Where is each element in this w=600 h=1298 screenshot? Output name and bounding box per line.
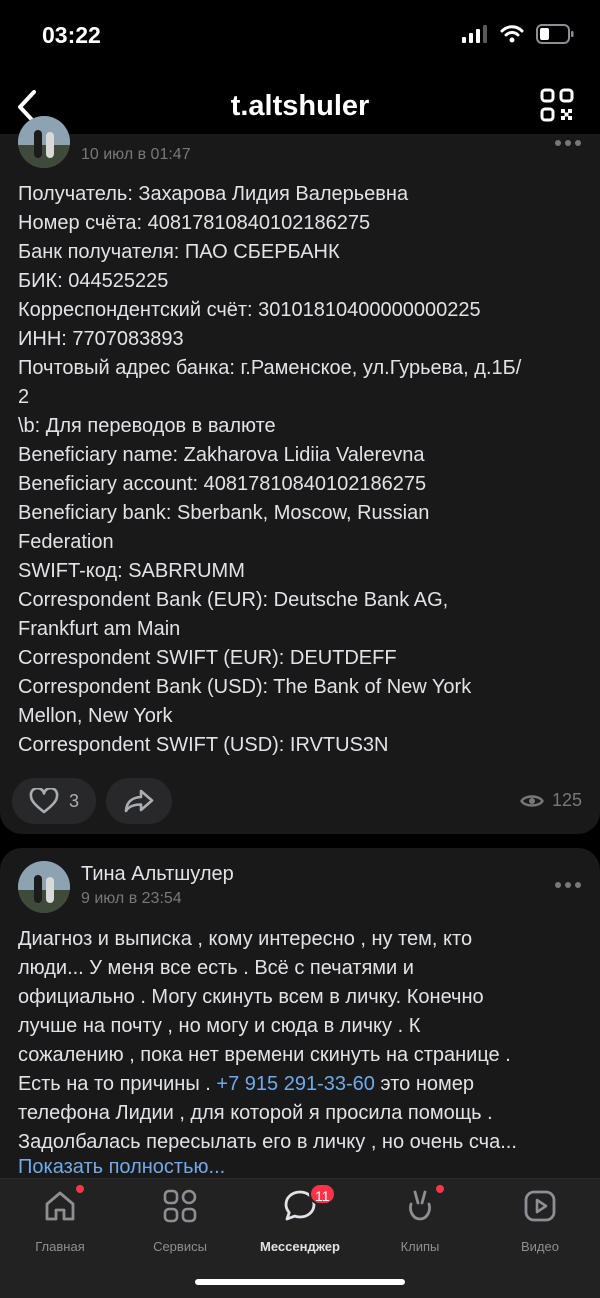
post-text-line: ИНН: 7707083893 bbox=[18, 328, 184, 350]
show-more-link[interactable]: Показать полностью... bbox=[18, 1156, 225, 1179]
tab-label: Видео bbox=[521, 1239, 559, 1254]
like-count: 3 bbox=[68, 790, 79, 811]
post-text-line: \b: Для переводов в валюте bbox=[18, 415, 276, 437]
tab-label: Мессенджер bbox=[260, 1239, 340, 1254]
qr-code-icon bbox=[540, 88, 574, 122]
post-text-line: SWIFT-код: SABRRUMM bbox=[18, 560, 245, 582]
post-text-line: Номер счёта: 40817810840102186275 bbox=[18, 212, 371, 234]
post-more-button[interactable] bbox=[553, 136, 583, 150]
battery-icon bbox=[536, 24, 574, 44]
tab-clips[interactable]: Клипы bbox=[365, 1185, 475, 1257]
post-text-line: официально . Могу скинуть всем в личку. … bbox=[18, 986, 484, 1008]
tab-home[interactable]: Главная bbox=[5, 1185, 115, 1257]
cellular-signal-icon bbox=[462, 25, 487, 43]
post-text-line: БИК: 044525225 bbox=[18, 270, 169, 292]
video-icon bbox=[524, 1190, 556, 1222]
post-text-line: Диагноз и выписка , кому интересно , ну … bbox=[18, 928, 473, 950]
tab-services[interactable]: Сервисы bbox=[125, 1187, 235, 1257]
post-card-1: 10 июл в 01:47 Получатель: Захарова Лиди… bbox=[0, 116, 600, 834]
header: t.altshuler bbox=[0, 72, 600, 140]
status-icons bbox=[462, 24, 574, 44]
post-text-line: сожалению , пока нет времени скинуть на … bbox=[18, 1044, 511, 1066]
clips-icon bbox=[409, 1190, 431, 1221]
heart-icon bbox=[29, 788, 59, 814]
like-button[interactable]: 3 bbox=[12, 778, 96, 824]
home-indicator[interactable] bbox=[195, 1279, 405, 1285]
post-text-line: Получатель: Захарова Лидия Валерьевна bbox=[18, 183, 409, 205]
share-icon bbox=[124, 789, 154, 813]
author-avatar[interactable] bbox=[18, 116, 70, 168]
post-text-line: Correspondent Bank (EUR): Deutsche Bank … bbox=[18, 589, 449, 611]
post-text-line: Correspondent Bank (USD): The Bank of Ne… bbox=[18, 676, 472, 698]
wifi-icon bbox=[500, 25, 524, 43]
tab-label: Главная bbox=[35, 1239, 85, 1254]
post-date: 10 июл в 01:47 bbox=[81, 146, 191, 163]
eye-icon bbox=[520, 794, 544, 807]
post-text-line: Задолбалась пересылать его в личку , но … bbox=[18, 1131, 517, 1153]
page-title: t.altshuler bbox=[230, 90, 370, 122]
post-text-line: 2 bbox=[18, 386, 30, 408]
post-text-line: Mellon, New York bbox=[18, 705, 173, 727]
post-text-line: Beneficiary bank: Sberbank, Moscow, Russ… bbox=[18, 502, 430, 524]
post-text-fragment: Есть на то причины . bbox=[18, 1073, 217, 1095]
post-text-line: Correspondent SWIFT (USD): IRVTUS3N bbox=[18, 734, 389, 756]
author-name[interactable]: Тина Альтшулер bbox=[81, 863, 234, 886]
post-date: 9 июл в 23:54 bbox=[81, 890, 182, 907]
notification-dot bbox=[436, 1185, 444, 1193]
post-text-line: лучше на почту , но могу и сюда в личку … bbox=[18, 1015, 421, 1037]
views-counter: 125 bbox=[520, 790, 582, 811]
status-bar: 03:22 bbox=[0, 0, 600, 72]
post-text-line: Federation bbox=[18, 531, 114, 553]
status-time: 03:22 bbox=[42, 22, 101, 48]
post-text-fragment: это номер bbox=[374, 1073, 474, 1095]
post-text-line: Beneficiary name: Zakharova Lidiia Valer… bbox=[18, 444, 425, 466]
tab-messenger[interactable]: 11 Мессенджер bbox=[245, 1183, 355, 1257]
post-text: Получатель: Захарова Лидия Валерьевна Но… bbox=[18, 180, 584, 760]
services-icon bbox=[163, 1189, 197, 1223]
notification-dot bbox=[76, 1185, 84, 1193]
post-text-line: Frankfurt am Main bbox=[18, 618, 181, 640]
post-text-line: Есть на то причины . +7 915 291-33-60 эт… bbox=[18, 1070, 584, 1099]
share-button[interactable] bbox=[106, 778, 172, 824]
post-text: Диагноз и выписка , кому интересно , ну … bbox=[18, 925, 584, 1157]
post-more-button[interactable] bbox=[553, 878, 583, 892]
post-text-line: Почтовый адрес банка: г.Раменское, ул.Гу… bbox=[18, 357, 522, 379]
home-icon bbox=[45, 1191, 75, 1221]
qr-code-button[interactable] bbox=[540, 88, 574, 122]
post-text-line: Корреспондентский счёт: 3010181040000000… bbox=[18, 299, 481, 321]
phone-link[interactable]: +7 915 291-33-60 bbox=[216, 1073, 374, 1095]
author-avatar[interactable] bbox=[18, 861, 70, 913]
views-count: 125 bbox=[551, 790, 582, 810]
post-text-line: люди... У меня все есть . Всё с печатями… bbox=[18, 957, 414, 979]
post-text-line: Correspondent SWIFT (EUR): DEUTDEFF bbox=[18, 647, 397, 669]
messenger-unread-badge: 11 bbox=[309, 1183, 336, 1205]
tab-label: Клипы bbox=[400, 1239, 440, 1254]
post-text-line: Банк получателя: ПАО СБЕРБАНК bbox=[18, 241, 340, 263]
post-text-line: телефона Лидии , для которой я просила п… bbox=[18, 1102, 493, 1124]
tab-video[interactable]: Видео bbox=[485, 1187, 595, 1257]
tab-label: Сервисы bbox=[153, 1239, 207, 1254]
post-card-2: Тина Альтшулер 9 июл в 23:54 Диагноз и в… bbox=[0, 848, 600, 1188]
post-text-line: Beneficiary account: 4081781084010218627… bbox=[18, 473, 427, 495]
